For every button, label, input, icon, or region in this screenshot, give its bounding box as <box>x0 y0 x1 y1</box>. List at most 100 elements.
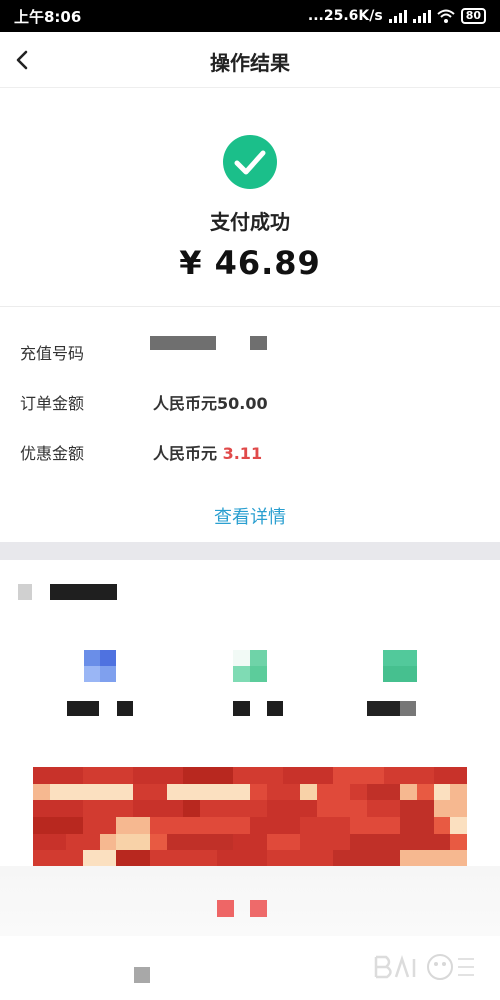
banner-pixel <box>316 783 334 801</box>
banner-pixel <box>366 783 384 801</box>
blurred-promo-banner[interactable] <box>33 767 467 867</box>
banner-pixel <box>400 816 417 834</box>
banner-pixel <box>49 800 67 817</box>
banner-pixel <box>166 800 184 817</box>
status-time: 上午8:06 <box>14 7 82 26</box>
status-indicators: ...25.6K/s 80 <box>308 8 486 24</box>
blurred-service-label-3a <box>367 701 400 716</box>
banner-pixel <box>316 800 334 817</box>
detail-label: 充值号码 <box>20 344 85 363</box>
banner-pixel <box>383 783 401 801</box>
blurred-service-label-2b <box>267 701 283 716</box>
banner-pixel <box>216 800 234 817</box>
banner-pixel <box>99 800 117 817</box>
banner-pixel <box>183 850 200 867</box>
masked-phone-number <box>150 336 216 350</box>
banner-pixel <box>83 767 100 784</box>
banner-pixel <box>266 800 284 817</box>
banner-pixel <box>383 767 401 784</box>
banner-pixel <box>333 783 351 801</box>
banner-pixel <box>166 783 184 801</box>
status-bar: 上午8:06 ...25.6K/s 80 <box>0 0 500 32</box>
banner-pixel <box>416 783 434 801</box>
blurred-service-label-3b <box>400 701 416 716</box>
banner-pixel <box>383 816 401 834</box>
banner-pixel <box>283 816 301 834</box>
banner-pixel <box>366 800 384 817</box>
page-title: 操作结果 <box>210 51 290 75</box>
banner-pixel <box>83 850 100 867</box>
banner-pixel <box>66 833 84 851</box>
detail-label: 优惠金额 <box>20 444 85 463</box>
banner-pixel <box>366 833 384 851</box>
banner-pixel <box>183 833 200 851</box>
blurred-service-icon-2[interactable] <box>233 650 267 682</box>
battery-icon: 80 <box>460 8 486 24</box>
banner-pixel <box>316 833 334 851</box>
order-amount-value: 人民币元50.00 <box>153 394 268 413</box>
banner-pixel <box>416 833 434 851</box>
banner-pixel <box>33 816 50 834</box>
banner-pixel <box>300 850 317 867</box>
banner-pixel <box>33 833 50 851</box>
banner-pixel <box>66 783 84 801</box>
banner-pixel <box>83 800 100 817</box>
banner-pixel <box>350 833 367 851</box>
banner-pixel <box>283 783 301 801</box>
nav-bar: 操作结果 <box>0 32 500 88</box>
discount-currency: 人民币元 <box>153 444 218 463</box>
banner-pixel <box>283 767 301 784</box>
banner-pixel <box>216 816 234 834</box>
banner-pixel <box>400 833 417 851</box>
blurred-footer-mark-2 <box>250 900 267 917</box>
banner-pixel <box>400 767 417 784</box>
banner-pixel <box>183 816 200 834</box>
view-details-link[interactable]: 查看详情 <box>0 503 500 529</box>
banner-pixel <box>400 783 417 801</box>
discount-amount-value: 人民币元 3.11 <box>153 440 262 464</box>
banner-pixel <box>66 816 84 834</box>
banner-pixel <box>333 816 351 834</box>
banner-pixel <box>383 800 401 817</box>
banner-pixel <box>333 850 351 867</box>
banner-pixel <box>216 767 234 784</box>
blurred-service-icon-3[interactable] <box>383 650 417 682</box>
banner-pixel <box>283 833 301 851</box>
banner-pixel <box>166 833 184 851</box>
banner-pixel <box>83 833 100 851</box>
banner-pixel <box>166 767 184 784</box>
banner-pixel <box>66 767 84 784</box>
banner-pixel <box>199 767 217 784</box>
banner-pixel <box>233 767 250 784</box>
banner-pixel <box>250 816 267 834</box>
banner-pixel <box>250 850 267 867</box>
banner-pixel <box>183 800 200 817</box>
blurred-footer-mark-1 <box>217 900 234 917</box>
banner-pixel <box>433 800 451 817</box>
banner-pixel <box>450 833 467 851</box>
banner-pixel <box>133 800 150 817</box>
banner-pixel <box>416 767 434 784</box>
banner-pixel <box>83 816 100 834</box>
banner-pixel <box>266 850 284 867</box>
banner-pixel <box>283 850 301 867</box>
signal-2-icon <box>412 9 431 23</box>
banner-pixel <box>133 783 150 801</box>
watermark-logo-icon <box>374 954 474 980</box>
network-speed: ...25.6K/s <box>307 8 383 24</box>
banner-pixel <box>416 850 434 867</box>
banner-pixel <box>116 800 134 817</box>
detail-row-phone: 充值号码 <box>0 336 500 366</box>
banner-pixel <box>99 833 117 851</box>
banner-pixel <box>316 816 334 834</box>
payment-amount: ¥ 46.89 <box>179 244 321 282</box>
banner-pixel <box>216 850 234 867</box>
section-separator <box>0 542 500 560</box>
banner-pixel <box>49 767 67 784</box>
blurred-service-icon-1[interactable] <box>84 650 116 682</box>
banner-pixel <box>250 800 267 817</box>
banner-pixel <box>350 783 367 801</box>
banner-pixel <box>83 783 100 801</box>
discount-amount: 3.11 <box>222 444 263 463</box>
banner-pixel <box>300 833 317 851</box>
